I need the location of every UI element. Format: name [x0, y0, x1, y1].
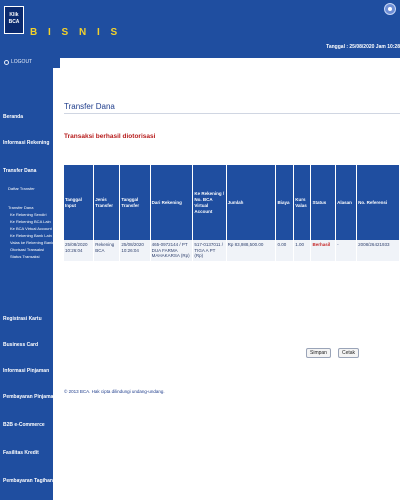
col-kurs-valas: Kurs Valas: [293, 165, 312, 240]
power-icon: [4, 59, 9, 65]
sidebar-item-pembayaran-pinjaman[interactable]: Pembayaran Pinjaman: [3, 394, 56, 400]
sidebar-item-transfer-dana[interactable]: Transfer Dana: [3, 168, 36, 174]
copyright-text: © 2013 BCA. Hak cipta dilindungi undang-…: [64, 389, 165, 394]
page-title: Transfer Dana: [64, 102, 115, 111]
cell-jenis-transfer: Rekening BCA: [93, 240, 121, 261]
logout-bar: LOGOUT: [0, 58, 60, 68]
logout-label: LOGOUT: [11, 59, 33, 65]
logo-text: Klik BCA: [8, 12, 20, 25]
sidebar-sub-valas-rekening-bank[interactable]: Valas ke Rekening Bank: [10, 240, 53, 245]
sidebar-sub-transfer-dana[interactable]: Transfer Dana: [8, 205, 33, 210]
sidebar-sub-rekening-sendiri[interactable]: Ke Rekening Sendiri: [10, 212, 46, 217]
status-badge: Berhasil: [310, 240, 337, 261]
sidebar-sub-daftar-transfer[interactable]: Daftar Transfer: [8, 186, 35, 191]
cell-alasan: -: [335, 240, 358, 261]
cell-dari-rekening: 465-0972144 / PT DUA FARMA MAHAKARSA (Rp…: [150, 240, 194, 261]
sidebar: Beranda Informasi Rekening Transfer Dana…: [0, 68, 56, 500]
success-message: Transaksi berhasil diotorisasi: [64, 133, 156, 140]
cell-tanggal-transfer: 25/08/2020 10:26:04: [119, 240, 151, 261]
col-jenis-transfer: Jenis Transfer: [93, 165, 121, 240]
col-biaya: Biaya: [275, 165, 295, 240]
sidebar-sub-status-transaksi[interactable]: Status Transaksi: [10, 254, 40, 259]
main-content: Transfer Dana Transaksi berhasil diotori…: [55, 80, 400, 500]
sidebar-item-fasilitas-kredit[interactable]: Fasilitas Kredit: [3, 450, 39, 456]
cell-jumlah: Rp 83,988,500.00: [226, 240, 277, 261]
col-tanggal-input: Tanggal Input: [64, 165, 95, 240]
sidebar-item-business-card[interactable]: Business Card: [3, 342, 38, 348]
save-button[interactable]: Simpan: [306, 348, 331, 358]
sidebar-sub-otorisasi-transaksi[interactable]: Otorisasi Transaksi: [10, 247, 44, 252]
bca-logo: Klik BCA: [4, 6, 24, 34]
table-row: 25/08/2020 10:26:04 Rekening BCA 25/08/2…: [64, 240, 400, 261]
print-button[interactable]: Cetak: [338, 348, 360, 358]
sidebar-item-informasi-rekening[interactable]: Informasi Rekening: [3, 140, 49, 146]
col-alasan: Alasan: [335, 165, 358, 240]
sidebar-item-b2b-ecommerce[interactable]: B2B e-Commerce: [3, 422, 45, 428]
sidebar-item-registrasi-kartu[interactable]: Registrasi Kartu: [3, 316, 42, 322]
app-window: Klik BCA B I S N I S Tanggal : 25/08/202…: [0, 0, 400, 500]
col-jumlah: Jumlah: [226, 165, 277, 240]
sidebar-sub-rekening-bca-lain[interactable]: Ke Rekening BCA Lain: [10, 219, 51, 224]
sidebar-item-pembayaran-tagihan[interactable]: Pembayaran Tagihan: [3, 478, 53, 484]
logout-button[interactable]: LOGOUT: [4, 59, 32, 65]
transfer-table: Tanggal Input Jenis Transfer Tanggal Tra…: [64, 165, 400, 261]
cell-ke-rekening: 517-0137011 / TIGA A PT (Rp): [192, 240, 227, 261]
col-status: Status: [310, 165, 337, 240]
table-header-row: Tanggal Input Jenis Transfer Tanggal Tra…: [64, 165, 400, 240]
sidebar-sub-rekening-bank-lain[interactable]: Ke Rekening Bank Lain: [10, 233, 52, 238]
title-divider: [64, 113, 400, 114]
col-no-referensi: No. Referensi: [356, 165, 400, 240]
sidebar-item-informasi-pinjaman[interactable]: Informasi Pinjaman: [3, 368, 49, 374]
help-icon[interactable]: [384, 3, 396, 15]
sidebar-item-beranda[interactable]: Beranda: [3, 114, 23, 120]
brand-title: B I S N I S: [30, 27, 122, 38]
col-dari-rekening: Dari Rekening: [150, 165, 194, 240]
date-time: Tanggal : 25/08/2020 Jam 10:28: [326, 44, 400, 50]
sidebar-sub-bca-virtual-account[interactable]: Ke BCA Virtual Account: [10, 226, 52, 231]
cell-tanggal-input: 25/08/2020 10:26:04: [64, 240, 95, 261]
cell-biaya: 0.00: [275, 240, 295, 261]
col-tanggal-transfer: Tanggal Transfer: [119, 165, 151, 240]
cell-no-referensi: 2008/26421933: [356, 240, 400, 261]
header: Klik BCA B I S N I S Tanggal : 25/08/202…: [0, 0, 400, 58]
cell-kurs-valas: 1.00: [293, 240, 312, 261]
col-ke-rekening: Ke Rekening / No. BCA Virtual Account: [192, 165, 227, 240]
